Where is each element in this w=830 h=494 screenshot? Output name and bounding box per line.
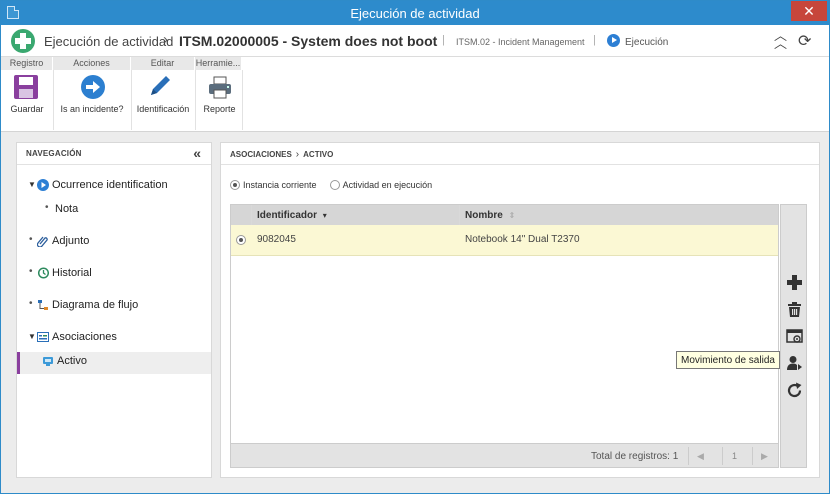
report-label: Reporte [203, 104, 236, 114]
flowchart-icon [38, 300, 48, 310]
breadcrumb: ASOCIACIONES › ACTIVO [221, 143, 819, 165]
chevron-right-icon: › [163, 31, 168, 48]
column-header-identificador[interactable]: Identificador ▾ [251, 205, 459, 225]
collapse-left-icon[interactable]: « [193, 145, 201, 161]
report-button[interactable]: Reporte [197, 70, 242, 130]
assets-grid: Identificador ▾ Nombre ⇕ 9082045 Noteboo… [230, 204, 779, 468]
ribbon-toolbar: Registro Acciones Editar Herramie... Gua… [1, 57, 829, 132]
nav-item-diagrama[interactable]: • Diagrama de flujo [17, 296, 211, 318]
play-icon [37, 179, 49, 191]
bullet-icon: • [29, 298, 33, 309]
content-panel: ASOCIACIONES › ACTIVO Instancia corriente … [220, 142, 820, 478]
nav-item-label: Diagrama de flujo [52, 299, 139, 311]
collapse-up-icon[interactable]: ︿ ︿ [774, 29, 787, 50]
record-title: ITSM.02000005 - System does not boot [179, 33, 438, 49]
column-label: Nombre [465, 210, 503, 221]
column-label: Identificador [257, 210, 318, 221]
grid-header: Identificador ▾ Nombre ⇕ [231, 205, 778, 225]
status-label: Ejecución [625, 37, 669, 48]
nav-item-historial[interactable]: • Historial [17, 264, 211, 286]
cell-identificador: 9082045 [257, 234, 296, 245]
divider: | [442, 34, 445, 46]
arrow-right-icon [81, 75, 105, 99]
nav-item-label: Nota [55, 203, 79, 215]
breadcrumb-parent[interactable]: ASOCIACIONES [230, 150, 292, 159]
nav-item-nota[interactable]: • Nota [17, 200, 211, 222]
table-row[interactable]: 9082045 Notebook 14" Dual T2370 [231, 225, 778, 256]
window-title: Ejecución de actividad [350, 6, 480, 21]
sort-desc-icon: ▾ [322, 211, 327, 220]
divider: | [593, 34, 596, 46]
module-logo-icon [11, 29, 35, 53]
grid-pager: Total de registros: 1 ◀ 1 ▶ [231, 443, 778, 467]
radio-label: Actividad en ejecución [342, 180, 433, 190]
app-window: Ejecución de actividad ✕ Ejecución de ac… [0, 0, 830, 494]
tooltip: Movimiento de salida [676, 351, 780, 369]
title-bar: Ejecución de actividad ✕ [1, 1, 829, 25]
paperclip-icon [37, 236, 48, 247]
caret-down-icon[interactable]: ▼ [28, 332, 36, 341]
printer-icon [209, 76, 231, 99]
divider [242, 70, 243, 130]
pencil-icon [151, 76, 170, 95]
chevron-right-icon: › [295, 149, 300, 160]
nav-item-asociaciones[interactable]: ▼ Asociaciones [17, 328, 211, 350]
refresh-icon[interactable]: ⟳ [798, 31, 811, 51]
grid-side-toolbar [780, 204, 807, 468]
nav-item-label: Adjunto [52, 235, 90, 247]
nav-item-label: Historial [52, 267, 92, 279]
nav-item-adjunto[interactable]: • Adjunto [17, 232, 211, 254]
nav-title: NAVEGACIÓN [17, 143, 211, 165]
history-icon [37, 267, 49, 279]
divider [195, 70, 196, 130]
column-header-nombre[interactable]: Nombre ⇕ [459, 205, 778, 225]
identification-button[interactable]: Identificación [131, 70, 195, 130]
radio-label: Instancia corriente [243, 180, 317, 190]
main-area: NAVEGACIÓN « ▼ Ocurrence identification … [8, 139, 821, 481]
is-incident-button[interactable]: Is an incidente? [53, 70, 131, 130]
row-select-radio[interactable] [236, 235, 246, 245]
caret-down-icon[interactable]: ▼ [28, 180, 36, 189]
refresh-icon[interactable] [786, 382, 803, 399]
add-icon[interactable] [786, 274, 803, 291]
nav-item-label: Activo [57, 355, 87, 367]
associations-icon [37, 332, 49, 342]
bullet-icon: • [29, 266, 33, 277]
module-name: ITSM.02 - Incident Management [456, 37, 585, 47]
instance-filter: Instancia corriente Actividad en ejecuci… [230, 180, 432, 190]
group-label-herramientas: Herramie... [195, 57, 242, 70]
bullet-icon: • [29, 234, 33, 245]
delete-icon[interactable] [786, 301, 803, 318]
navigation-panel: NAVEGACIÓN « ▼ Ocurrence identification … [16, 142, 212, 478]
user-transfer-icon[interactable] [786, 355, 803, 372]
save-button[interactable]: Guardar [7, 70, 47, 130]
nav-item-ocurrence[interactable]: ▼ Ocurrence identification [17, 176, 211, 198]
identification-label: Identificación [136, 104, 190, 114]
nav-item-label: Asociaciones [52, 331, 117, 343]
bullet-icon: • [45, 202, 49, 213]
radio-actividad-ejecucion[interactable] [329, 180, 340, 190]
group-label-registro: Registro [1, 57, 53, 70]
is-incident-label: Is an incidente? [60, 104, 124, 114]
record-header: Ejecución de actividad › ITSM.02000005 -… [1, 25, 829, 57]
nav-item-label: Ocurrence identification [52, 179, 168, 191]
cell-nombre: Notebook 14" Dual T2370 [465, 234, 580, 245]
page-number[interactable]: 1 [722, 447, 746, 465]
next-page-button[interactable]: ▶ [752, 447, 776, 465]
view-record-icon[interactable] [786, 328, 803, 345]
total-records: Total de registros: 1 [591, 451, 679, 462]
nav-item-activo[interactable]: Activo [17, 352, 211, 374]
save-icon [14, 75, 38, 99]
close-button[interactable]: ✕ [791, 1, 827, 21]
play-status-icon [607, 34, 620, 47]
group-label-editar: Editar [131, 57, 195, 70]
sort-icon: ⇕ [508, 211, 516, 220]
header-crumb[interactable]: Ejecución de actividad [44, 34, 173, 49]
prev-page-button[interactable]: ◀ [688, 447, 712, 465]
breadcrumb-current: ACTIVO [303, 150, 334, 159]
radio-instancia-corriente[interactable] [230, 180, 240, 190]
asset-icon [43, 357, 53, 366]
group-label-acciones: Acciones [53, 57, 131, 70]
save-label: Guardar [10, 104, 44, 114]
